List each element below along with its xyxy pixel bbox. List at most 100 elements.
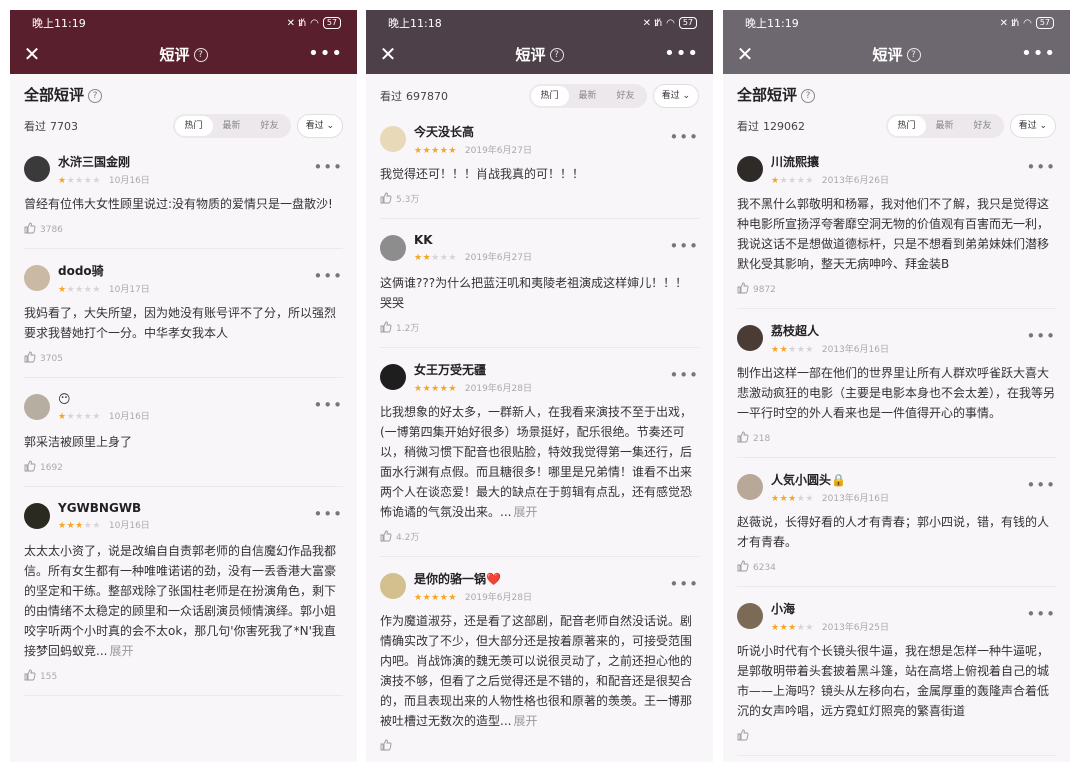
reviewer-name[interactable]: 是你的骆一锅❤️ [414,570,532,587]
filter-dropdown[interactable]: 看过 ⌄ [296,114,343,138]
reviewer-name[interactable]: 人気小圆头🔒 [771,471,889,488]
review-more-icon[interactable]: ••• [1026,158,1056,176]
star-icon: ★ [771,344,780,355]
like-button[interactable] [737,729,1056,745]
review-text: 比我想象的好太多，一群新人，在我看来演技不至于出戏，(一博第四集开始好很多）场景… [380,405,693,519]
star-rating: ★★★★★ [414,593,457,603]
reviewer-name[interactable]: 川流熙攘 [771,153,889,170]
help-icon[interactable]: ? [801,88,816,103]
review-more-icon[interactable]: ••• [669,128,699,146]
sort-tab[interactable]: 最新 [926,116,964,136]
close-icon[interactable]: ✕ [20,42,44,66]
filter-dropdown[interactable]: 看过 ⌄ [652,84,699,108]
like-button[interactable]: 9872 [737,282,1056,298]
avatar[interactable] [380,126,406,152]
help-icon[interactable]: ? [549,48,564,62]
review-more-icon[interactable]: ••• [313,396,343,414]
sort-tab[interactable]: 好友 [607,86,645,106]
content-area: 全部短评? 看过 7703 热门 最新 好友 看过 ⌄ 水浒三国金刚 ★★★★★ 10月1… [10,84,357,696]
star-icon: ★ [75,521,84,531]
sort-tab[interactable]: 好友 [964,116,1002,136]
avatar[interactable] [737,603,763,629]
review-date: 10月16日 [108,175,150,186]
avatar[interactable] [24,503,50,529]
avatar[interactable] [24,265,50,291]
star-icon: ★ [66,412,76,422]
help-icon[interactable]: ? [906,48,921,62]
help-icon[interactable]: ? [193,48,208,62]
like-button[interactable] [380,739,699,755]
expand-link[interactable]: 展开 [109,644,133,658]
star-icon: ★ [805,175,814,186]
close-icon[interactable]: ✕ [733,42,757,66]
sort-tab[interactable]: 最新 [569,86,607,106]
nav-row: ✕ 短评? ••• [366,40,713,68]
reviewer-name[interactable]: 荔枝超人 [771,322,889,339]
review-header: dodo骑 ★★★★★ 10月17日 ••• [24,261,343,295]
reviewer-name[interactable]: 女王万受无疆 [414,361,532,378]
thumbs-up-icon [737,282,749,294]
review-more-icon[interactable]: ••• [313,158,343,176]
help-icon[interactable]: ? [88,88,103,103]
avatar[interactable] [737,474,763,500]
seen-count: 看过 697870 [380,90,448,103]
review-header: 人気小圆头🔒 ★★★★★ 2013年6月16日 ••• [737,470,1056,504]
review-more-icon[interactable]: ••• [313,505,343,523]
like-button[interactable]: 1.2万 [380,321,699,337]
like-button[interactable]: 6234 [737,560,1056,576]
reviewer-name[interactable]: 😶 [58,392,150,406]
top-bar: 晚上11:19 ✕ ᵺ ◠ 57 ✕ 短评? ••• [723,10,1070,74]
star-icon: ★ [75,284,84,295]
review-more-icon[interactable]: ••• [1026,476,1056,494]
review-more-icon[interactable]: ••• [313,267,343,285]
reviewer-name[interactable]: YGWBNGWB [58,501,150,515]
review-header: 女王万受无疆 ★★★★★ 2019年6月28日 ••• [380,360,699,394]
like-button[interactable]: 155 [24,669,343,685]
review-text: 赵薇说，长得好看的人才有青春；郭小四说，错，有钱的人才有青春。 [737,515,1050,549]
star-rating: ★★★★★ [414,146,457,156]
avatar[interactable] [24,394,50,420]
avatar[interactable] [380,235,406,261]
like-button[interactable]: 218 [737,431,1056,447]
like-button[interactable]: 3786 [24,222,343,238]
star-icon: ★ [58,284,67,295]
reviewer-name[interactable]: KK [414,233,532,247]
review-item: 女王万受无疆 ★★★★★ 2019年6月28日 ••• 比我想象的好太多，一群新人，在我… [380,348,699,557]
like-button[interactable]: 3705 [24,351,343,367]
filter-dropdown[interactable]: 看过 ⌄ [1009,114,1056,138]
review-more-icon[interactable]: ••• [669,366,699,384]
sort-tab[interactable]: 好友 [251,116,289,136]
sort-tab[interactable]: 热门 [530,86,569,106]
reviewer-name[interactable]: 今天没长高 [414,123,532,140]
star-icon: ★ [431,383,440,394]
avatar[interactable] [380,364,406,390]
review-more-icon[interactable]: ••• [669,575,699,593]
reviewer-name[interactable]: 水浒三国金刚 [58,153,150,170]
star-icon: ★ [779,493,789,504]
expand-link[interactable]: 展开 [513,714,537,728]
sort-tab[interactable]: 最新 [213,116,251,136]
review-more-icon[interactable]: ••• [1026,605,1056,623]
review-more-icon[interactable]: ••• [669,237,699,255]
reviewer-name[interactable]: 小海 [771,600,889,617]
like-button[interactable]: 4.2万 [380,530,699,546]
avatar[interactable] [737,325,763,351]
review-header: 😶 ★★★★★ 10月16日 ••• [24,390,343,424]
sort-tab[interactable]: 热门 [887,116,926,136]
status-icons: ✕ ᵺ ◠ 57 [1000,17,1054,29]
close-icon[interactable]: ✕ [376,42,400,66]
like-button[interactable]: 1692 [24,460,343,476]
like-button[interactable]: 5.3万 [380,192,699,208]
star-icon: ★ [805,622,814,633]
review-more-icon[interactable]: ••• [1026,327,1056,345]
more-options-icon[interactable]: ••• [308,42,343,66]
reviewer-name[interactable]: dodo骑 [58,262,150,279]
avatar[interactable] [737,156,763,182]
star-icon: ★ [422,145,432,156]
avatar[interactable] [380,573,406,599]
more-options-icon[interactable]: ••• [1021,42,1056,66]
sort-tab[interactable]: 热门 [174,116,213,136]
more-options-icon[interactable]: ••• [664,42,699,66]
avatar[interactable] [24,156,50,182]
expand-link[interactable]: 展开 [513,505,537,519]
